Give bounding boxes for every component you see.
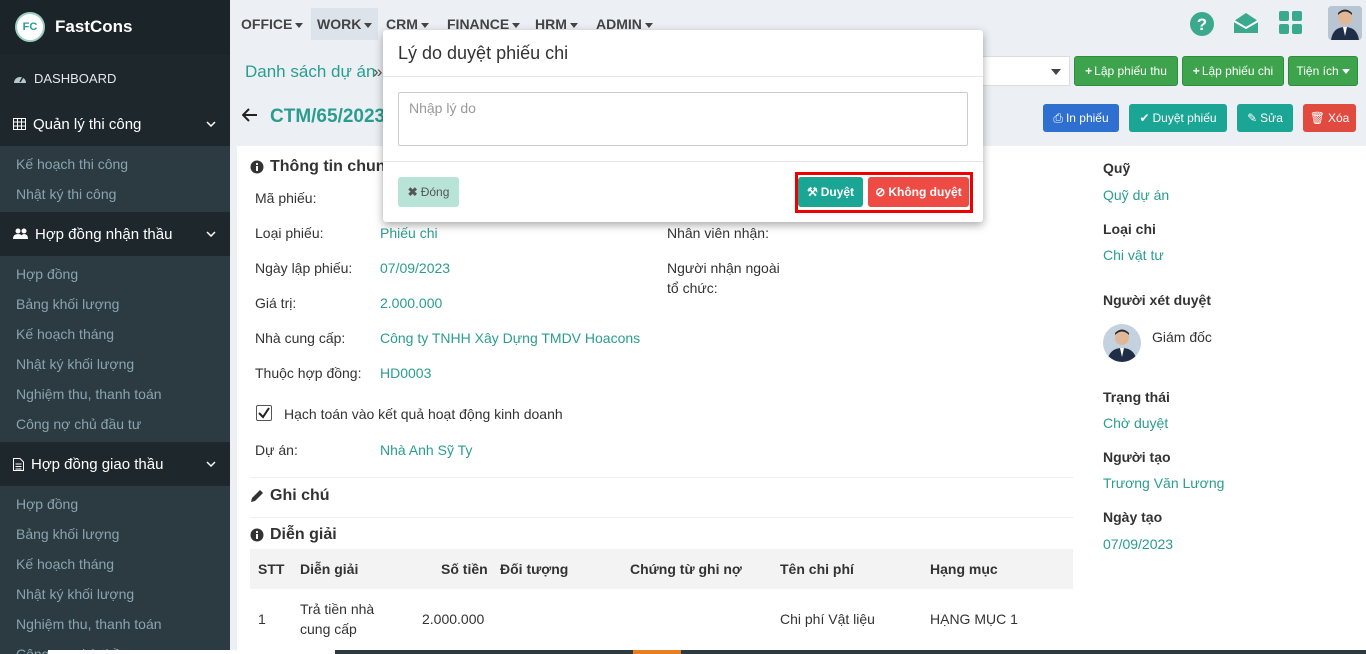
reject-button[interactable]: ⊘ Không duyệt	[868, 177, 969, 207]
button-label: Đóng	[420, 185, 450, 199]
reason-textarea[interactable]	[398, 92, 968, 146]
button-label: Không duyệt	[888, 185, 962, 199]
modal-overlay: Lý do duyệt phiếu chi ✖Đóng ⚒Duyệt ⊘Khôn…	[0, 0, 1366, 654]
divider	[383, 161, 983, 162]
gavel-icon: ⚒	[806, 185, 818, 199]
modal-title: Lý do duyệt phiếu chi	[398, 43, 569, 63]
button-label: Duyệt	[820, 185, 855, 199]
close-icon: ✖	[407, 185, 418, 199]
divider	[383, 76, 983, 77]
approval-reason-modal: Lý do duyệt phiếu chi ✖Đóng ⚒Duyệt ⊘Khôn…	[383, 30, 983, 222]
approve-button[interactable]: ⚒ Duyệt	[798, 177, 863, 207]
ban-icon: ⊘	[875, 185, 886, 199]
close-button[interactable]: ✖ Đóng	[398, 177, 459, 207]
